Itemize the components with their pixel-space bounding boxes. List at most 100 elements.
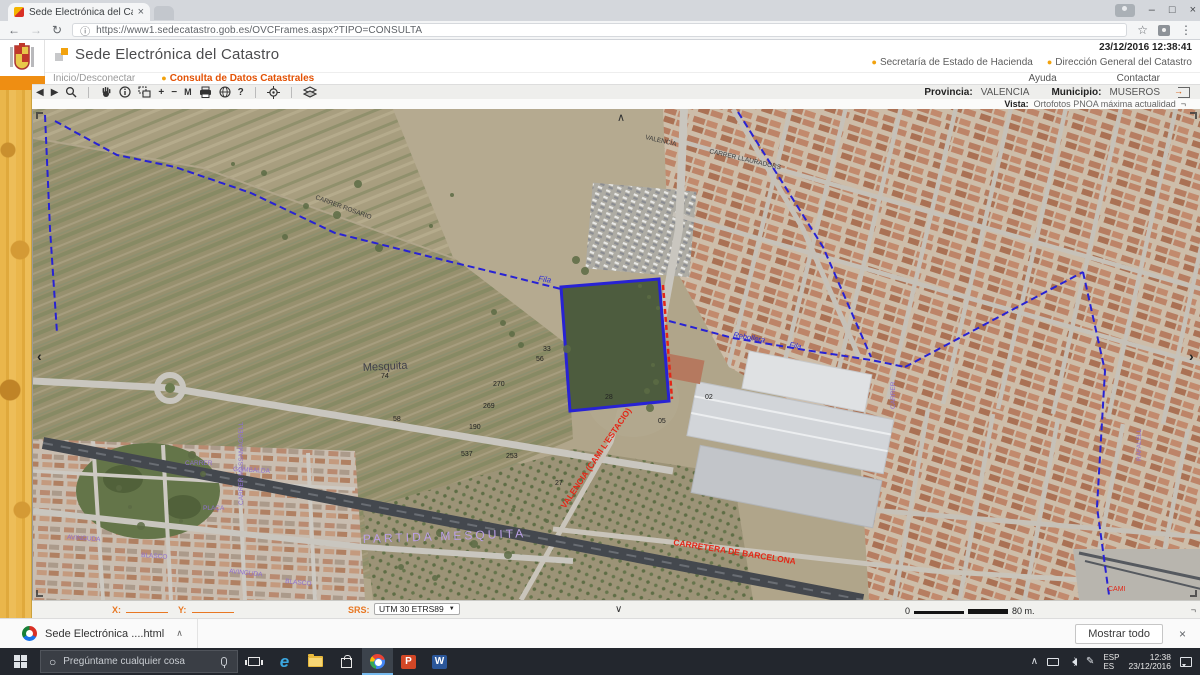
- show-all-downloads-button[interactable]: Mostrar todo: [1075, 624, 1163, 644]
- map-corner-mark: [36, 112, 43, 119]
- help-button[interactable]: ?: [238, 86, 244, 99]
- pan-left-button[interactable]: ◀: [36, 86, 44, 99]
- zoom-out-button[interactable]: −: [171, 86, 177, 99]
- url-text: https://www1.sedecatastro.gob.es/OVCFram…: [96, 25, 422, 36]
- coat-of-arms-logo: [0, 40, 45, 76]
- new-tab-button[interactable]: [154, 6, 174, 20]
- taskbar-word[interactable]: W: [424, 648, 455, 675]
- maximize-button[interactable]: □: [1169, 4, 1176, 16]
- chrome-icon: [370, 654, 385, 669]
- selected-parcel[interactable]: [561, 279, 669, 411]
- reload-icon[interactable]: ↻: [52, 23, 62, 37]
- info-icon[interactable]: [119, 86, 131, 98]
- exit-icon[interactable]: [1178, 87, 1190, 98]
- search-icon[interactable]: [65, 86, 77, 98]
- search-placeholder: Pregúntame cualquier cosa: [63, 656, 214, 667]
- map-label: 269: [483, 403, 495, 410]
- bullet-icon: ●: [1047, 57, 1052, 67]
- volume-icon[interactable]: [1068, 658, 1077, 666]
- download-options-icon[interactable]: ∧: [176, 628, 183, 639]
- back-icon[interactable]: ←: [8, 23, 20, 37]
- map-viewport[interactable]: MesquitaPARTIDA MESQUITACARRERGOMBALDACA…: [32, 109, 1200, 600]
- taskbar-file-explorer[interactable]: [300, 648, 331, 675]
- edge-icon: e: [280, 653, 289, 670]
- map-status-bar: X: Y: SRS: UTM 30 ETRS89▼ ∨ 0 80 m. ¬: [32, 600, 1200, 618]
- tree: [644, 388, 650, 394]
- forward-icon[interactable]: →: [30, 23, 42, 37]
- locate-icon[interactable]: [267, 86, 280, 99]
- store-icon: [341, 658, 352, 668]
- provincia-label: Provincia:: [924, 87, 972, 98]
- sec-title-row: Sede Electrónica del Catastro: [55, 46, 279, 63]
- tab-close-icon[interactable]: ×: [138, 6, 144, 18]
- cortana-search-box[interactable]: ○ Pregúntame cualquier cosa: [40, 650, 238, 673]
- cortana-icon: ○: [49, 655, 56, 669]
- microphone-icon[interactable]: [221, 657, 227, 666]
- map-label: 74: [381, 373, 389, 380]
- downloaded-file-name: Sede Electrónica ....html: [45, 628, 164, 640]
- vista-label: Vista:: [1004, 99, 1028, 109]
- frame-corner-icon: ¬: [1191, 605, 1196, 615]
- tree: [646, 404, 654, 412]
- taskbar-edge[interactable]: e: [269, 648, 300, 675]
- minimize-button[interactable]: –: [1149, 4, 1155, 16]
- pan-down-icon[interactable]: ∨: [615, 604, 622, 615]
- windows-logo-icon: [14, 655, 27, 668]
- tree: [200, 471, 206, 477]
- map-label: ∧: [617, 112, 625, 124]
- browser-menu-icon[interactable]: ⋮: [1180, 23, 1192, 37]
- x-coordinate-field[interactable]: [126, 605, 168, 613]
- menu-contactar[interactable]: Contactar: [1117, 73, 1160, 84]
- window-close-button[interactable]: ×: [1190, 4, 1196, 16]
- y-coordinate-field[interactable]: [192, 605, 234, 613]
- layers-icon[interactable]: [303, 86, 317, 98]
- tree: [511, 508, 515, 512]
- address-bar[interactable]: ⓘ https://www1.sedecatastro.gob.es/OVCFr…: [72, 23, 1127, 37]
- menu-consulta[interactable]: ●Consulta de Datos Catastrales: [161, 73, 314, 84]
- municipio-value: MUSEROS: [1109, 87, 1160, 98]
- profile-avatar[interactable]: [1115, 4, 1135, 17]
- print-icon[interactable]: [199, 86, 212, 98]
- tray-expand-icon[interactable]: ∧: [1031, 656, 1038, 667]
- windows-taskbar: ○ Pregúntame cualquier cosa e P W ∧ ✎ ES…: [0, 648, 1200, 675]
- taskbar-chrome[interactable]: [362, 648, 393, 675]
- decorative-sidebar-image: [0, 90, 32, 618]
- browser-tab[interactable]: Sede Electrónica del Cat... ×: [8, 3, 150, 21]
- tree: [282, 234, 288, 240]
- globe-icon[interactable]: [219, 86, 231, 98]
- word-icon: W: [432, 655, 447, 669]
- taskbar-clock[interactable]: 12:3823/12/2016: [1128, 653, 1171, 671]
- menu-inicio[interactable]: Inicio/Desconectar: [53, 73, 135, 84]
- zoom-in-button[interactable]: +: [158, 86, 164, 99]
- map-toolbar: ◀ ▶ + − M ? Provincia: VALENCIA Municipi…: [32, 84, 1200, 99]
- start-button[interactable]: [0, 648, 40, 675]
- y-coordinate-label: Y:: [178, 605, 186, 615]
- spain-coat-of-arms: [9, 43, 35, 73]
- pen-icon[interactable]: ✎: [1086, 656, 1094, 667]
- bullet-icon: ●: [161, 73, 166, 83]
- x-coordinate-label: X:: [112, 605, 121, 615]
- municipio-label: Municipio:: [1051, 87, 1101, 98]
- link-secretaria[interactable]: ●Secretaría de Estado de Hacienda: [872, 57, 1033, 68]
- download-item[interactable]: Sede Electrónica ....html ∧: [0, 619, 198, 648]
- extension-icon[interactable]: [1158, 25, 1170, 36]
- pan-right-button[interactable]: ▶: [51, 86, 59, 99]
- page-info-icon[interactable]: ⓘ: [80, 23, 90, 38]
- network-icon[interactable]: [1047, 658, 1059, 666]
- taskbar-powerpoint[interactable]: P: [393, 648, 424, 675]
- select-area-icon[interactable]: [138, 86, 151, 98]
- bookmark-star-icon[interactable]: ☆: [1137, 23, 1148, 37]
- measure-button[interactable]: M: [184, 86, 192, 99]
- menu-ayuda[interactable]: Ayuda: [1028, 73, 1056, 84]
- link-dgc[interactable]: ●Dirección General del Catastro: [1047, 57, 1192, 68]
- taskbar-task-view[interactable]: [238, 648, 269, 675]
- taskbar-store[interactable]: [331, 648, 362, 675]
- download-bar-close-icon[interactable]: ×: [1179, 627, 1186, 641]
- pan-hand-icon[interactable]: [100, 86, 112, 98]
- action-center-icon[interactable]: [1180, 657, 1192, 667]
- tree: [656, 306, 660, 310]
- file-explorer-icon: [308, 656, 323, 667]
- language-indicator[interactable]: ESPES: [1103, 653, 1119, 671]
- srs-select[interactable]: UTM 30 ETRS89▼: [374, 603, 460, 615]
- map-label: 02: [705, 394, 713, 401]
